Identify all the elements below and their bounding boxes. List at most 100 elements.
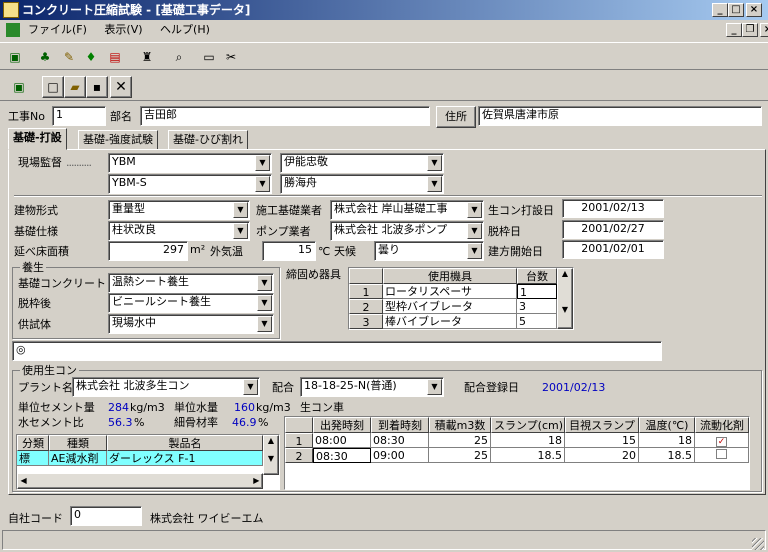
minimize-button[interactable]: _ [712,3,728,17]
close-button[interactable]: × [746,3,762,17]
fluidizer-checked-icon[interactable]: ✓ [716,437,727,447]
curing-strip-combo[interactable]: ビニールシート養生 ▼ [108,293,274,313]
base-contractor-combo[interactable]: 株式会社 岸山基礎工事 ▼ [330,200,484,220]
open-icon[interactable]: ▰ [64,76,86,98]
tab-cracks[interactable]: 基礎-ひび割れ [168,130,248,150]
pump-contractor-combo[interactable]: 株式会社 北波多ポンプ ▼ [330,221,484,241]
truck-row-2-volume[interactable]: 25 [429,448,491,463]
truck-row-2-fluid[interactable] [695,448,749,463]
company-code-field[interactable]: 0 [70,506,142,526]
supervisor-name-combo-1[interactable]: 伊能忠敬 ▼ [280,153,444,173]
tab-pour[interactable]: 基礎-打設 [8,128,67,150]
export-icon[interactable]: ▣ [8,76,30,98]
child-close-button[interactable]: × [760,23,768,37]
building-type-combo[interactable]: 重量型 ▼ [108,200,250,220]
truck-row-1-fluid[interactable]: ✓ [695,433,749,448]
truck-row-2-slump[interactable]: 18.5 [491,448,565,463]
chevron-down-icon[interactable]: ▼ [427,155,442,171]
chevron-down-icon[interactable]: ▼ [243,379,258,395]
menu-file[interactable]: ファイル(F) [28,23,87,36]
truck-row-2-visual[interactable]: 20 [565,448,639,463]
tools-icon[interactable]: ✂ [220,46,242,68]
binoculars-icon[interactable]: ♜ [136,46,158,68]
pour-date-field[interactable]: 2001/02/13 [562,199,664,218]
supervisor-name-combo-2[interactable]: 勝海舟 ▼ [280,174,444,194]
strip-date-field[interactable]: 2001/02/27 [562,220,664,239]
chevron-down-icon[interactable]: ▼ [233,223,248,239]
address-field[interactable]: 佐賀県唐津市原 [478,106,762,126]
truck-row-2-arrival[interactable]: 09:00 [371,448,429,463]
address-button[interactable]: 住所 [436,106,476,128]
new-icon[interactable]: □ [42,76,64,98]
chevron-down-icon[interactable]: ▼ [257,275,272,291]
child-minimize-button[interactable]: _ [726,23,742,37]
menu-view[interactable]: 表示(V) [104,23,142,36]
erection-date-field[interactable]: 2001/02/01 [562,240,664,259]
truck-row-1-arrival[interactable]: 08:30 [371,433,429,448]
memo-field[interactable]: ◎ [12,341,662,361]
preview-icon[interactable]: ⌕ [168,46,190,68]
admix-hscrollbar[interactable]: ◀ ▶ [17,473,263,489]
truck-row-2-temp[interactable]: 18.5 [639,448,695,463]
child-restore-button[interactable]: ❐ [742,23,758,37]
plant-value: 株式会社 北波多生コン [76,379,190,392]
supervisor-combo-2[interactable]: YBM-S ▼ [108,174,272,194]
chevron-down-icon[interactable]: ▼ [257,295,272,311]
chevron-down-icon[interactable]: ▼ [427,379,442,395]
outside-temp-field[interactable]: 15 [262,241,316,261]
tools-row-1-name[interactable]: ロータリスペーサ [383,284,517,299]
truck-row-1-departure[interactable]: 08:00 [313,433,371,448]
curing-base-combo[interactable]: 温熱シート養生 ▼ [108,273,274,293]
admix-row-1-product[interactable]: ダーレックス F-1 [107,451,263,466]
tab-strength[interactable]: 基礎-強度試験 [78,130,158,150]
truck-row-1-volume[interactable]: 25 [429,433,491,448]
plant-combo[interactable]: 株式会社 北波多生コン ▼ [72,377,260,397]
edit-icon[interactable]: ✎ [58,46,80,68]
tools-row-2-name[interactable]: 型枠バイブレータ [383,299,517,314]
card-icon[interactable]: ▭ [198,46,220,68]
tools-row-2-count[interactable]: 3 [517,299,557,314]
report-icon[interactable]: ▣ [4,46,26,68]
chevron-down-icon[interactable]: ▼ [467,223,482,239]
chevron-down-icon[interactable]: ▼ [255,155,270,171]
admix-vscrollbar[interactable]: ▲ ▼ [263,435,279,475]
chevron-down-icon[interactable]: ▼ [467,202,482,218]
job-no-field[interactable]: 1 [52,106,106,126]
fluidizer-unchecked-icon[interactable] [716,449,727,459]
chevron-down-icon[interactable]: ▼ [467,243,482,259]
calendar-icon[interactable]: ▤ [104,46,126,68]
tools-row-3-count[interactable]: 5 [517,314,557,329]
chevron-down-icon[interactable]: ▼ [255,176,270,192]
chevron-down-icon[interactable]: ▼ [427,176,442,192]
delete-icon[interactable]: ✕ [110,76,132,98]
chevron-down-icon[interactable]: ▼ [233,202,248,218]
admix-row-1-class[interactable]: 標 [17,451,49,466]
menu-help[interactable]: ヘルプ(H) [160,23,210,36]
floor-area-field[interactable]: 297 [108,241,188,261]
person-icon[interactable]: ♣ [34,46,56,68]
stamp-icon[interactable]: ♦ [80,46,102,68]
erection-date-label: 建方開始日 [488,245,543,258]
truck-table[interactable]: 出発時刻 到着時刻 積載m3数 スランプ(cm) 目視スランプ 温度(℃) 流動… [284,416,750,490]
chevron-down-icon[interactable]: ▼ [257,316,272,332]
truck-row-2-departure[interactable]: 08:30 [313,448,371,463]
mix-combo[interactable]: 18-18-25-N(普通) ▼ [300,377,444,397]
tools-scrollbar[interactable]: ▲ ▼ [557,268,573,329]
save-icon[interactable]: ▪ [86,76,108,98]
foundation-spec-combo[interactable]: 柱状改良 ▼ [108,221,250,241]
admixture-table[interactable]: 分類 種類 製品名 標 AE減水剤 ダーレックス F-1 ▲ ▼ ◀ ▶ [16,434,280,490]
admix-row-1-kind[interactable]: AE減水剤 [49,451,107,466]
truck-row-1-temp[interactable]: 18 [639,433,695,448]
size-grip-icon[interactable] [752,538,764,550]
dept-field[interactable]: 吉田郎 [140,106,430,126]
tools-table[interactable]: 使用機具 台数 1 ロータリスペーサ 1 2 型枠バイブレータ 3 3 棒バイブ… [348,267,574,330]
maximize-button[interactable]: □ [728,3,744,17]
supervisor-combo-1[interactable]: YBM ▼ [108,153,272,173]
specimen-combo[interactable]: 現場水中 ▼ [108,314,274,334]
tools-row-3-name[interactable]: 棒バイブレータ [383,314,517,329]
weather-combo[interactable]: 曇り ▼ [374,241,484,261]
mdi-icon [6,23,20,37]
truck-row-1-slump[interactable]: 18 [491,433,565,448]
tools-row-1-count[interactable]: 1 [517,284,557,299]
truck-row-1-visual[interactable]: 15 [565,433,639,448]
